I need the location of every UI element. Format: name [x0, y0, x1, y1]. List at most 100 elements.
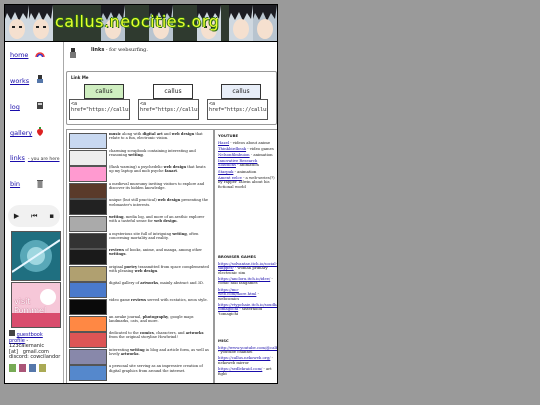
site-description: music along with digital art and web des…: [109, 132, 203, 141]
sidebar-nav: home works log gallery links - you are he…: [5, 42, 64, 383]
site-button-image[interactable]: [69, 282, 107, 299]
stop-button[interactable]: ▪: [49, 212, 54, 220]
site-description: an awake journal, photography, google ma…: [109, 314, 194, 323]
site-button-image[interactable]: [69, 365, 107, 382]
nav-log-link[interactable]: log: [10, 103, 20, 111]
site-button-image[interactable]: [69, 232, 107, 249]
mascot-icon: [70, 48, 76, 58]
site-description: unique (but still practical) web design …: [109, 198, 209, 207]
youtube-link[interactable]: Thinkbirdbeak: [218, 146, 246, 151]
site-description: (flash warning) a psychedelic web design…: [109, 165, 206, 174]
rainbow-icon: [35, 52, 45, 58]
site-description: reviews of books, anime, and manga, amon…: [109, 248, 202, 257]
youtube-desc: - animation: [235, 162, 259, 168]
link-me-heading: Link Me: [71, 75, 89, 80]
book-sprite-icon: [37, 102, 43, 109]
strawberry-icon: [37, 127, 43, 136]
site-entry: (flash warning) a psychedelic web design…: [69, 165, 212, 183]
anime-face-image: [229, 5, 253, 41]
anime-face-image: [29, 5, 53, 41]
trash-icon: [37, 180, 43, 188]
site-entry: reviews of books, anime, and manga, amon…: [69, 248, 212, 266]
site-list: music along with digital art and web des…: [66, 129, 214, 383]
browser-games-heading: BROWSER GAMES: [218, 254, 256, 259]
youtube-desc: - videos about anime: [229, 139, 271, 145]
youtube-desc: - animation: [249, 151, 273, 157]
site-button-image[interactable]: [69, 348, 107, 365]
nav-home-link[interactable]: home: [10, 51, 28, 59]
callus-button-white[interactable]: callus: [153, 84, 193, 99]
misc-desc: - youtube channel: [218, 349, 253, 355]
callus-button-blue[interactable]: callus: [221, 84, 261, 99]
youtube-item: Hazel - videos about anime: [218, 139, 275, 146]
anime-face-image: [253, 5, 277, 41]
site-entry: unique (but still practical) web design …: [69, 198, 212, 216]
site-entry: music along with digital art and web des…: [69, 132, 212, 149]
site-button-image[interactable]: [69, 199, 107, 216]
teal-badge-image[interactable]: [11, 231, 61, 281]
site-button-image[interactable]: [69, 265, 107, 282]
tagline-bold: links: [91, 47, 105, 53]
site-entry: a personal site serving as an impressive…: [69, 364, 212, 382]
youtube-item: Innovative Research Solutions - animatio…: [218, 158, 275, 168]
browser-game-link[interactable]: https://mo-web.com/more.html: [218, 287, 256, 297]
page-tagline: links - for websurfing.: [91, 47, 148, 53]
visit-pommel-text: visit Pommel: [14, 297, 47, 315]
page: callus.neocities.org home works log gall…: [4, 4, 278, 384]
browser-game-item: https://vtypchaie.itch.io/soudha-tomagoc…: [218, 302, 277, 317]
site-description: interesting writing in blog and article …: [109, 347, 209, 357]
youtube-section: YOUTUBE Hazel - videos about anime Thinkb…: [218, 133, 275, 191]
header-banner: callus.neocities.org: [5, 5, 277, 42]
rewind-button[interactable]: ⏮: [31, 212, 37, 221]
youtube-link[interactable]: Hazel: [218, 140, 229, 145]
site-button-image[interactable]: [69, 149, 107, 166]
music-player: ▶ ⏮ ▪: [8, 205, 60, 227]
youtube-link[interactable]: Nelsonfilmbuion: [218, 152, 250, 157]
tagline-rest: - for websurfing.: [104, 47, 148, 53]
pixel-sprite-icon: [37, 75, 43, 83]
site-entry: interesting writing in blog and article …: [69, 347, 212, 365]
site-entry: video game reviews served with ecstatics…: [69, 298, 212, 315]
misc-item: https://callus.nekoweb.org/ - nekoweb mi…: [218, 355, 275, 365]
site-button-image[interactable]: [69, 299, 107, 315]
site-entry: dedicated to the comics, characters, and…: [69, 331, 212, 349]
site-button-image[interactable]: [69, 182, 107, 199]
site-description: original poetry transmitted from space c…: [109, 264, 209, 274]
link-sidebar: YOUTUBE Hazel - videos about anime Thinkb…: [214, 129, 277, 383]
site-button-image[interactable]: [69, 133, 107, 149]
youtube-link[interactable]: Starpuk: [218, 169, 233, 174]
cat-icon: [9, 330, 15, 336]
youtube-item: Thinkbirdbeak - video games: [218, 146, 275, 152]
misc-section: MISC http://www.youtube.com/@calfu - you…: [218, 338, 277, 378]
misc-item: http://www.youtube.com/@calfu - youtube …: [218, 345, 277, 355]
nav-bin-link[interactable]: bin: [10, 180, 20, 188]
site-button-image[interactable]: [69, 249, 107, 266]
button-code-snippet[interactable]: <a href="https://callus.neocities.org">: [138, 99, 199, 120]
misc-item: https://sedlekraid.com/ - art fight: [218, 366, 275, 376]
button-code-snippet[interactable]: <a href="https://callus.neocities.org">: [69, 99, 130, 120]
site-entry: charming scrapbook containing interestin…: [69, 149, 212, 166]
site-button-image[interactable]: [69, 332, 107, 349]
site-description: dedicated to the comics, characters, and…: [109, 331, 204, 340]
button-code-snippet[interactable]: <a href="https://callus.neocities.org">: [207, 99, 268, 120]
main-content: links - for websurfing. Link Me callus c…: [65, 42, 277, 383]
site-description: video game reviews served with ecstatics…: [109, 298, 208, 302]
site-entry: writing, media log, and more of an aesth…: [69, 215, 212, 232]
nav-gallery-link[interactable]: gallery: [10, 129, 32, 137]
site-entry: a medieval museumy inviting visitors to …: [69, 182, 212, 199]
site-button-image[interactable]: [69, 315, 107, 332]
visit-pommel-badge[interactable]: visit Pommel: [11, 282, 61, 328]
site-button-image[interactable]: [69, 216, 107, 232]
browser-game-item: https://solvantae.itch.io/social-skipper…: [218, 261, 277, 276]
nav-links-link[interactable]: links - you are here: [10, 154, 60, 162]
site-entry: digital gallery of artworks, mainly abst…: [69, 281, 212, 299]
site-button-image[interactable]: [69, 166, 107, 183]
nav-works-link[interactable]: works: [10, 77, 29, 85]
callus-button-green[interactable]: callus: [84, 84, 124, 99]
play-button[interactable]: ▶: [14, 212, 19, 220]
you-are-here-note: - you are here: [27, 157, 60, 162]
teal-abstract-art: [12, 232, 60, 280]
discord-text: discord: cowcilandor: [9, 354, 61, 361]
link-me-box: Link Me callus callus callus <a href="ht…: [66, 71, 277, 125]
site-entry: an awake journal, photography, google ma…: [69, 314, 212, 332]
